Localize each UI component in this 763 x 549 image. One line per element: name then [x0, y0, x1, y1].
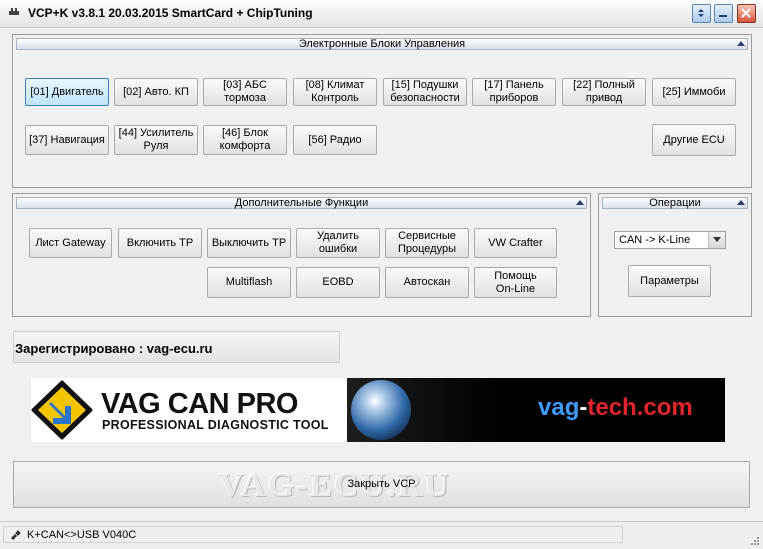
vag-can-pro-logo-icon — [31, 380, 93, 440]
gateway-list-button[interactable]: Лист Gateway — [29, 228, 112, 258]
window-title: VCP+K v3.8.1 20.03.2015 SmartCard + Chip… — [28, 6, 313, 20]
vw-crafter-button[interactable]: VW Crafter — [474, 228, 557, 258]
online-help-button[interactable]: Помощь On-Line — [474, 267, 557, 298]
status-panel: K+CAN<>USB V040C — [3, 526, 623, 543]
ecu-immo-button[interactable]: [25] Иммоби — [652, 78, 736, 106]
autoscan-button[interactable]: Автоскан — [385, 267, 469, 298]
chevron-down-icon — [713, 237, 721, 242]
multiflash-button[interactable]: Multiflash — [207, 267, 291, 298]
disable-tp-button[interactable]: Выключить TP — [207, 228, 291, 258]
registration-box: Зарегистрировано : vag-ecu.ru — [13, 331, 340, 363]
clear-errors-button[interactable]: Удалить ошибки — [296, 228, 380, 258]
protocol-select-value: CAN -> K-Line — [619, 234, 691, 246]
registration-text: Зарегистрировано : vag-ecu.ru — [15, 341, 213, 356]
ecu-panel-header[interactable]: Электронные Блоки Управления — [16, 38, 748, 50]
banner-brand: VAG CAN PRO — [101, 388, 298, 420]
ecu-instruments-button[interactable]: [17] Панель приборов — [472, 78, 556, 106]
operations-panel-title: Операции — [649, 197, 701, 209]
parameters-button[interactable]: Параметры — [628, 265, 711, 297]
close-window-button[interactable] — [737, 4, 756, 23]
title-bar: VCP+K v3.8.1 20.03.2015 SmartCard + Chip… — [0, 0, 763, 28]
ecu-engine-button[interactable]: [01] Двигатель — [25, 78, 109, 106]
ecu-abs-button[interactable]: [03] АБС тормоза — [203, 78, 287, 106]
ecu-comfort-button[interactable]: [46] Блок комфорта — [203, 125, 287, 155]
vag-can-pro-banner[interactable]: VAG CAN PRO PROFESSIONAL DIAGNOSTIC TOOL… — [31, 378, 725, 442]
minimize-icon — [719, 15, 727, 17]
banner-tagline: PROFESSIONAL DIAGNOSTIC TOOL — [102, 418, 329, 432]
ecu-awd-button[interactable]: [22] Полный привод — [562, 78, 646, 106]
status-text: K+CAN<>USB V040C — [27, 529, 137, 541]
ecu-panel-title: Электронные Блоки Управления — [298, 38, 466, 50]
functions-panel-header[interactable]: Дополнительные Функции — [16, 197, 587, 209]
status-bar: K+CAN<>USB V040C — [0, 521, 763, 549]
close-vcp-label: Закрыть VCP — [347, 478, 416, 490]
other-ecu-button[interactable]: Другие ECU — [652, 124, 736, 156]
ecu-airbag-button[interactable]: [15] Подушки безопасности — [383, 78, 467, 106]
protocol-dropdown-button[interactable] — [708, 232, 725, 248]
collapse-arrow-icon — [576, 200, 584, 205]
enable-tp-button[interactable]: Включить TP — [118, 228, 202, 258]
restore-button[interactable] — [692, 4, 711, 23]
minimize-button[interactable] — [714, 4, 733, 23]
service-procedures-button[interactable]: Сервисные Процедуры — [385, 228, 469, 258]
close-icon — [741, 8, 751, 18]
collapse-arrow-icon — [737, 200, 745, 205]
operations-panel: Операции — [598, 193, 752, 317]
banner-site: vag-tech.com — [538, 394, 693, 422]
ecu-radio-button[interactable]: [56] Радио — [293, 125, 377, 155]
eobd-button[interactable]: EOBD — [296, 267, 380, 298]
usb-plug-icon — [11, 530, 21, 540]
functions-panel-title: Дополнительные Функции — [234, 197, 369, 209]
ecu-panel: Электронные Блоки Управления — [12, 34, 752, 188]
restore-icon — [698, 9, 704, 17]
site-part-tech: tech.com — [587, 394, 693, 421]
protocol-select[interactable]: CAN -> K-Line — [614, 231, 726, 249]
ecu-steering-button[interactable]: [44] Усилитель Руля — [114, 125, 198, 155]
close-vcp-button[interactable]: VAG-ECU.RU Закрыть VCP — [13, 461, 750, 508]
ecu-gearbox-button[interactable]: [02] Авто. КП — [114, 78, 198, 106]
resize-grip-icon[interactable] — [750, 536, 760, 546]
globe-icon — [351, 380, 411, 440]
operations-panel-header[interactable]: Операции — [602, 197, 748, 209]
site-part-vag: vag — [538, 394, 580, 421]
ecu-climate-button[interactable]: [08] Климат Контроль — [293, 78, 377, 106]
ecu-navigation-button[interactable]: [37] Навигация — [25, 125, 109, 155]
collapse-arrow-icon — [737, 41, 745, 46]
plug-icon — [9, 8, 19, 15]
